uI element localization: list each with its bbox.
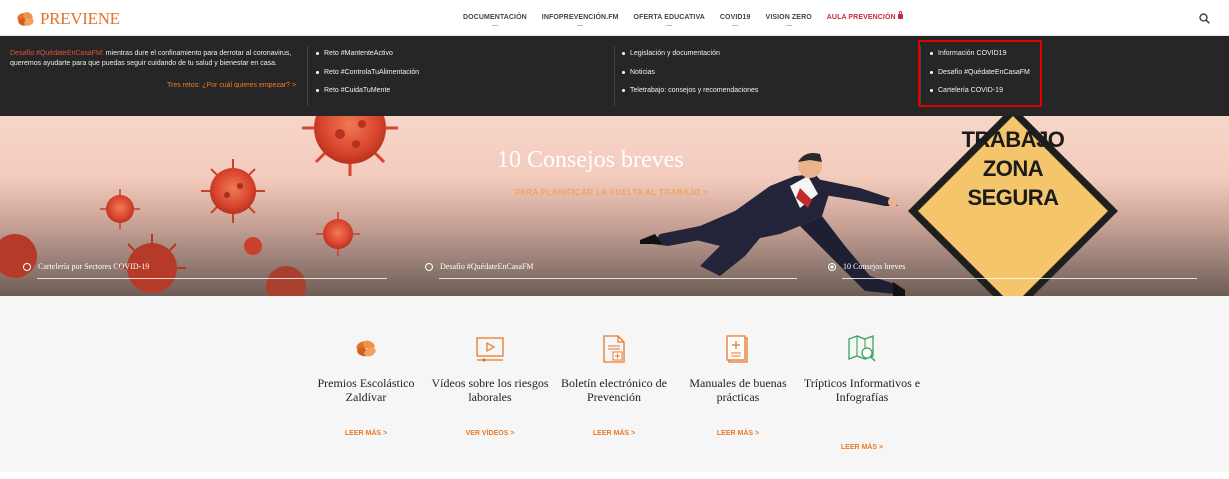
nav-oferta-educativa[interactable]: OFERTA EDUCATIVA (634, 14, 705, 26)
card-title: Vídeos sobre los riesgos laborales (431, 376, 549, 404)
mega-column-info: Legislación y documentación Noticias Tel… (622, 49, 758, 105)
tres-retos-link[interactable]: Tres retos: ¿Por cuál quieres empezar? > (167, 82, 296, 89)
hero-slider-tabs: Cartelería por Sectores COVID-19 Desafío… (0, 262, 1229, 284)
card-title: Trípticos Informativos e Infografías (803, 376, 921, 404)
column-divider (307, 46, 308, 106)
covid19-mega-menu: Desafío #QuédateEnCasaFM: mientras dure … (0, 36, 1229, 116)
map-search-icon (848, 335, 876, 362)
column-divider (614, 46, 615, 106)
card-premios: Premios Escolástico Zaldívar LEER MÁS > (301, 334, 431, 437)
virus-icon (201, 159, 265, 223)
resources-section: Premios Escolástico Zaldívar LEER MÁS > … (0, 296, 1229, 472)
leer-mas-link[interactable]: LEER MÁS > (549, 430, 679, 437)
leer-mas-link[interactable]: LEER MÁS > (673, 430, 803, 437)
virus-icon (316, 212, 360, 256)
main-nav: DOCUMENTACIÓN INFOPREVENCIÓN.FM OFERTA E… (463, 11, 903, 26)
slide-progress-line (37, 278, 387, 279)
card-tripticos: Trípticos Informativos e Infografías LEE… (797, 334, 927, 451)
card-boletin: Boletín electrónico de Prevención LEER M… (549, 334, 679, 437)
menu-link-cuida-mente[interactable]: Reto #CuidaTuMente (316, 86, 419, 95)
video-icon (476, 337, 504, 362)
leer-mas-link[interactable]: LEER MÁS > (301, 430, 431, 437)
menu-link-controla-alimentacion[interactable]: Reto #ControlaTuAlimentación (316, 68, 419, 77)
search-icon[interactable] (1199, 13, 1210, 24)
nav-covid19[interactable]: COVID19 (720, 14, 751, 26)
slide-progress-line (439, 278, 797, 279)
hero-subtitle-link[interactable]: PARA PLANIFICAR LA VUELTA AL TRABAJO > (515, 188, 708, 197)
slide-tab-consejos[interactable]: 10 Consejos breves (828, 262, 1197, 279)
hero-slider[interactable]: TRABAJO ZONA SEGURA 10 Consejos breves P… (0, 116, 1229, 296)
virus-icon (302, 116, 398, 176)
top-navigation-bar: PREVIENE DOCUMENTACIÓN INFOPREVENCIÓN.FM… (0, 0, 1229, 36)
menu-link-mantente-activo[interactable]: Reto #MantenteActivo (316, 49, 419, 58)
logo[interactable]: PREVIENE (14, 8, 120, 30)
slide-tab-carteleria[interactable]: Cartelería por Sectores COVID-19 (23, 262, 387, 279)
nav-vision-zero[interactable]: VISION ZERO (766, 14, 812, 26)
document-plus-icon (603, 335, 625, 363)
card-title: Premios Escolástico Zaldívar (317, 376, 415, 404)
card-title: Boletín electrónico de Prevención (561, 376, 667, 404)
flower-logo-icon (356, 340, 376, 357)
card-title: Manuales de buenas prácticas (689, 376, 787, 404)
nav-infoprevencion[interactable]: INFOPREVENCIÓN.FM (542, 14, 619, 26)
virus-icon (100, 189, 140, 229)
hero-title: 10 Consejos breves (497, 147, 684, 173)
flower-logo-icon (17, 12, 34, 26)
intro-highlight[interactable]: Desafío #QuédateEnCasaFM: (10, 50, 104, 57)
card-videos: Vídeos sobre los riesgos laborales VER V… (425, 334, 555, 437)
nav-documentacion[interactable]: DOCUMENTACIÓN (463, 14, 527, 26)
card-manuales: Manuales de buenas prácticas LEER MÁS > (673, 334, 803, 437)
leer-mas-link[interactable]: LEER MÁS > (797, 444, 927, 451)
lock-icon (897, 11, 903, 19)
highlight-box (918, 40, 1042, 107)
radio-selected-icon (828, 262, 836, 271)
logo-text: PREVIENE (40, 9, 120, 28)
menu-link-legislacion[interactable]: Legislación y documentación (622, 49, 758, 58)
mega-column-retos: Reto #MantenteActivo Reto #ControlaTuAli… (316, 49, 419, 105)
menu-link-noticias[interactable]: Noticias (622, 68, 758, 77)
slide-tab-desafio[interactable]: Desafío #QuédateEnCasaFM (425, 262, 797, 279)
radio-icon (425, 262, 433, 271)
mega-menu-intro: Desafío #QuédateEnCasaFM: mientras dure … (10, 49, 300, 68)
sign-text: TRABAJO ZONA SEGURA (961, 127, 1065, 210)
radio-icon (23, 262, 31, 271)
manual-plus-icon (726, 335, 748, 363)
virus-icon (244, 237, 262, 255)
slide-progress-line (842, 278, 1197, 279)
nav-aula-prevencion[interactable]: AULA PREVENCIÓN (827, 11, 903, 21)
ver-videos-link[interactable]: VER VÍDEOS > (425, 430, 555, 437)
menu-link-teletrabajo[interactable]: Teletrabajo: consejos y recomendaciones (622, 86, 758, 95)
